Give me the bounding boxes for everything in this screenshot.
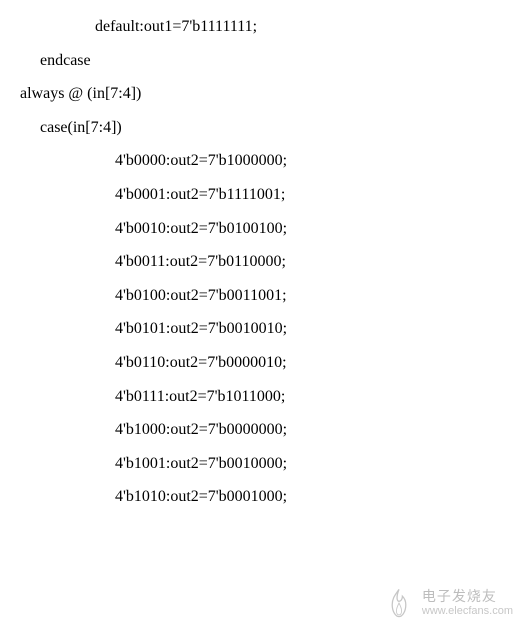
code-line: 4'b0100:out2=7'b0011001; [0,279,525,313]
code-line: always @ (in[7:4]) [0,77,525,111]
code-line: 4'b1001:out2=7'b0010000; [0,447,525,481]
code-line: 4'b0101:out2=7'b0010010; [0,312,525,346]
code-line: default:out1=7'b1111111; [0,10,525,44]
code-line: 4'b0001:out2=7'b1111001; [0,178,525,212]
code-line: endcase [0,44,525,78]
code-block: default:out1=7'b1111111; endcase always … [0,0,525,514]
code-line: 4'b0000:out2=7'b1000000; [0,144,525,178]
code-line: 4'b1010:out2=7'b0001000; [0,480,525,514]
code-line: 4'b0111:out2=7'b1011000; [0,380,525,414]
flame-icon [382,586,416,620]
watermark-text: 电子发烧友 www.elecfans.com [422,589,513,616]
watermark: 电子发烧友 www.elecfans.com [382,586,513,620]
code-line: 4'b0110:out2=7'b0000010; [0,346,525,380]
watermark-title: 电子发烧友 [422,589,513,604]
watermark-url: www.elecfans.com [422,605,513,617]
code-line: 4'b1000:out2=7'b0000000; [0,413,525,447]
code-line: case(in[7:4]) [0,111,525,145]
code-line: 4'b0010:out2=7'b0100100; [0,212,525,246]
code-line: 4'b0011:out2=7'b0110000; [0,245,525,279]
